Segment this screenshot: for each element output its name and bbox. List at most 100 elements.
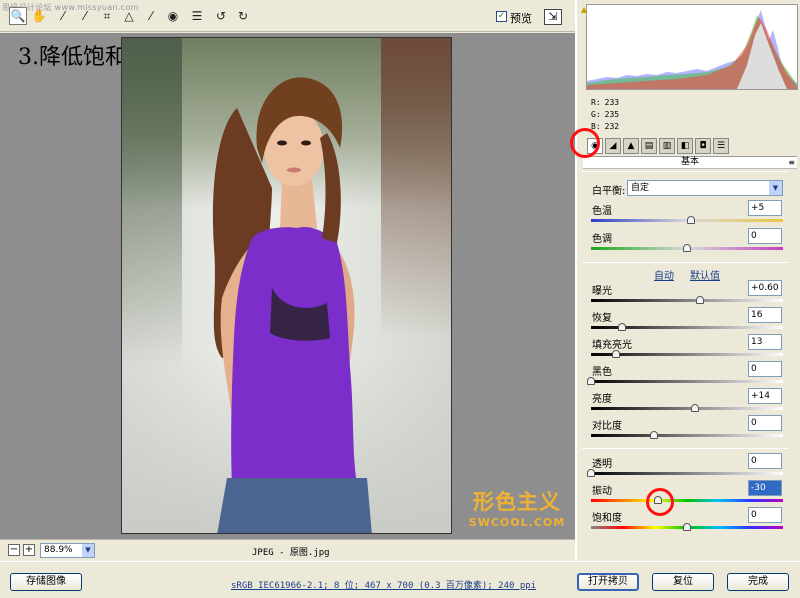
white-balance-label: 白平衡:: [592, 186, 626, 197]
zoom-in-button[interactable]: +: [23, 544, 35, 556]
slider-label: 色温: [592, 206, 612, 217]
eyedropper-icon[interactable]: ⁄: [54, 7, 72, 25]
slider-value-field[interactable]: 0: [748, 228, 782, 244]
slider-thumb[interactable]: [587, 377, 595, 385]
white-balance-select[interactable]: 自定 ▼: [627, 180, 783, 196]
slider-thumb[interactable]: [650, 431, 659, 439]
slider-track[interactable]: [591, 380, 783, 383]
histogram-graph: [587, 10, 797, 89]
slider-thumb[interactable]: [617, 323, 626, 331]
slider-label: 对比度: [592, 421, 622, 432]
chevron-down-icon: ▼: [82, 544, 94, 557]
slider-thumb[interactable]: [686, 216, 695, 224]
slider-label: 曝光: [592, 286, 612, 297]
hsl-icon[interactable]: ▤: [641, 138, 657, 154]
crop-icon[interactable]: ⌗: [98, 7, 116, 25]
slider-thumb[interactable]: [683, 523, 691, 531]
split-toning-icon[interactable]: ▥: [659, 138, 675, 154]
slider-label: 填充亮光: [592, 340, 632, 351]
red-eye-icon[interactable]: ◉: [164, 7, 182, 25]
camera-calibration-icon[interactable]: ◘: [695, 138, 711, 154]
divider: [582, 171, 788, 172]
slider-value-field[interactable]: 13: [748, 334, 782, 350]
toolbar: 思缘设计论坛 www.missyuan.com 🔍 ✋ ⁄ ⁄ ⌗ △ ⁄ ◉ …: [0, 0, 575, 32]
slider-thumb[interactable]: [611, 350, 620, 358]
preview-label: 预览: [510, 12, 532, 25]
presets-icon[interactable]: ☰: [713, 138, 729, 154]
rotate-right-icon[interactable]: ↻: [234, 7, 252, 25]
slider-value-field[interactable]: 0: [748, 415, 782, 431]
slider-track[interactable]: [591, 299, 783, 302]
rgb-readout: R: 233 G: 235 B: 232: [591, 97, 619, 133]
file-info: JPEG - 原图.jpg: [252, 548, 330, 558]
fullscreen-icon[interactable]: ⇲: [544, 9, 562, 25]
slider-value-field[interactable]: 0: [748, 507, 782, 523]
hand-icon[interactable]: ✋: [30, 7, 48, 25]
white-balance-value: 自定: [631, 183, 650, 193]
slider-value-field[interactable]: +0.60: [748, 280, 782, 296]
slider-thumb[interactable]: [587, 469, 595, 477]
zoom-icon[interactable]: 🔍: [9, 7, 27, 25]
red-channel-label: R:: [591, 98, 601, 107]
reset-button[interactable]: 复位: [652, 573, 714, 591]
save-image-button[interactable]: 存储图像: [10, 573, 82, 591]
panel-tabs: ◉ ◢ ▲ ▤ ▥ ◧ ◘ ☰: [583, 138, 797, 156]
straighten-icon[interactable]: △: [120, 7, 138, 25]
chevron-down-icon: ▼: [769, 181, 782, 195]
green-channel-label: G:: [591, 110, 601, 119]
zoom-bar: − + 88.9% ▼ JPEG - 原图.jpg: [0, 539, 575, 561]
watermark-logo-url: SWCOOL.COM: [468, 516, 566, 529]
open-copy-button[interactable]: 打开拷贝: [577, 573, 639, 591]
divider: [582, 448, 788, 449]
slider-track[interactable]: [591, 499, 783, 502]
lens-icon[interactable]: ◧: [677, 138, 693, 154]
retouch-icon[interactable]: ⁄: [142, 7, 160, 25]
green-channel-value: 235: [604, 110, 620, 119]
bottom-bar: 存储图像 sRGB IEC61966-2.1; 8 位; 467 x 700 (…: [0, 561, 800, 598]
watermark-logo: 形色主义 SWCOOL.COM: [462, 486, 572, 529]
slider-track[interactable]: [591, 472, 783, 475]
zoom-out-button[interactable]: −: [8, 544, 20, 556]
auto-link[interactable]: 自动: [654, 267, 674, 282]
slider-value-field[interactable]: 0: [748, 453, 782, 469]
slider-label: 色调: [592, 234, 612, 245]
image-preview-area[interactable]: 3.降低饱和度 形色主义 SWCOOL.COM: [0, 33, 575, 539]
slider-label: 黑色: [592, 367, 612, 378]
highlight-marker: [646, 488, 674, 516]
rotate-left-icon[interactable]: ↺: [212, 7, 230, 25]
slider-thumb[interactable]: [690, 404, 699, 412]
zoom-level-value: 88.9%: [44, 545, 73, 555]
default-link[interactable]: 默认值: [690, 267, 720, 282]
highlight-marker: [570, 128, 600, 158]
slider-track[interactable]: [591, 407, 783, 410]
slider-label: 振动: [592, 486, 612, 497]
slider-track[interactable]: [591, 434, 783, 437]
divider: [582, 262, 788, 263]
workflow-options-link[interactable]: sRGB IEC61966-2.1; 8 位; 467 x 700 (0.3 百…: [231, 578, 536, 591]
panel-title: 基本 ≡: [583, 156, 797, 169]
slider-value-field[interactable]: +5: [748, 200, 782, 216]
slider-thumb[interactable]: [696, 296, 705, 304]
slider-value-field[interactable]: 0: [748, 361, 782, 377]
done-button[interactable]: 完成: [727, 573, 789, 591]
detail-icon[interactable]: ▲: [623, 138, 639, 154]
preferences-icon[interactable]: ☰: [188, 7, 206, 25]
slider-label: 恢复: [592, 313, 612, 324]
red-channel-value: 233: [604, 98, 620, 107]
slider-thumb[interactable]: [683, 244, 691, 252]
slider-value-field[interactable]: 16: [748, 307, 782, 323]
slider-label: 亮度: [592, 394, 612, 405]
color-sampler-icon[interactable]: ⁄: [76, 7, 94, 25]
slider-label: 饱和度: [592, 513, 622, 524]
panel-menu-icon[interactable]: ≡: [788, 157, 795, 168]
slider-label: 透明: [592, 459, 612, 470]
panel-title-text: 基本: [680, 157, 699, 167]
portrait-figure: [212, 77, 372, 533]
zoom-level-select[interactable]: 88.9% ▼: [40, 543, 95, 558]
slider-value-field[interactable]: +14: [748, 388, 782, 404]
blue-channel-value: 232: [604, 122, 620, 131]
slider-value-field[interactable]: -30: [748, 480, 782, 496]
tone-curve-icon[interactable]: ◢: [605, 138, 621, 154]
photo-preview[interactable]: [121, 37, 452, 534]
preview-checkbox[interactable]: ✓: [496, 11, 507, 22]
